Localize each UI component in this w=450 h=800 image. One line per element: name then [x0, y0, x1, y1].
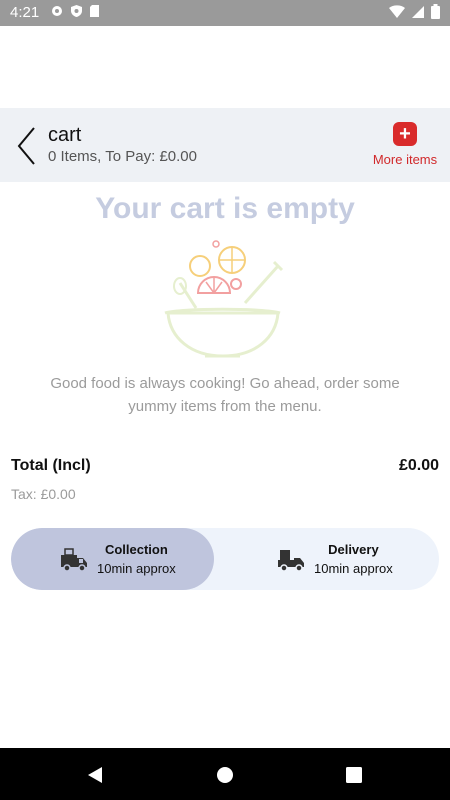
collection-title: Collection — [104, 542, 168, 557]
navigation-bar — [0, 748, 450, 800]
cart-header: cart 0 Items, To Pay: £0.00 + More items — [0, 108, 450, 182]
status-time: 4:21 — [10, 4, 40, 21]
nav-back-icon[interactable] — [85, 764, 107, 786]
delivery-option[interactable]: Delivery 10min approx — [214, 528, 439, 590]
sd-card-icon — [90, 5, 99, 17]
shield-icon — [71, 5, 82, 17]
collection-option[interactable]: Collection 10min approx — [11, 528, 214, 590]
more-items-button[interactable]: + More items — [370, 122, 440, 168]
collection-van-icon — [61, 548, 87, 572]
empty-cart-message: Good food is always cooking! Go ahead, o… — [50, 375, 400, 415]
delivery-time: 10min approx — [314, 561, 393, 576]
page-title: cart — [48, 124, 82, 146]
back-button[interactable] — [14, 124, 42, 168]
order-mode-toggle: Collection 10min approx Delivery 10min a… — [11, 528, 439, 590]
collection-time: 10min approx — [97, 561, 176, 576]
cart-summary: 0 Items, To Pay: £0.00 — [48, 148, 197, 165]
empty-cart-title: Your cart is empty — [95, 192, 355, 225]
nav-recents-icon[interactable] — [343, 764, 365, 786]
battery-icon — [431, 4, 440, 19]
wifi-icon — [389, 4, 405, 18]
status-bar: 4:21 — [0, 0, 450, 26]
total-value: £0.00 — [398, 457, 439, 474]
tax-label: Tax: £0.00 — [11, 486, 76, 502]
more-items-label: More items — [372, 152, 438, 167]
back-arrow-icon — [17, 127, 35, 165]
plus-icon: + — [393, 122, 417, 146]
delivery-truck-icon — [278, 550, 304, 572]
delivery-title: Delivery — [328, 542, 379, 557]
nav-home-icon[interactable] — [214, 764, 236, 786]
salad-bowl-illustration — [164, 240, 284, 358]
gear-icon — [52, 6, 62, 16]
signal-icon — [412, 5, 424, 18]
total-label: Total (Incl) — [11, 457, 91, 474]
